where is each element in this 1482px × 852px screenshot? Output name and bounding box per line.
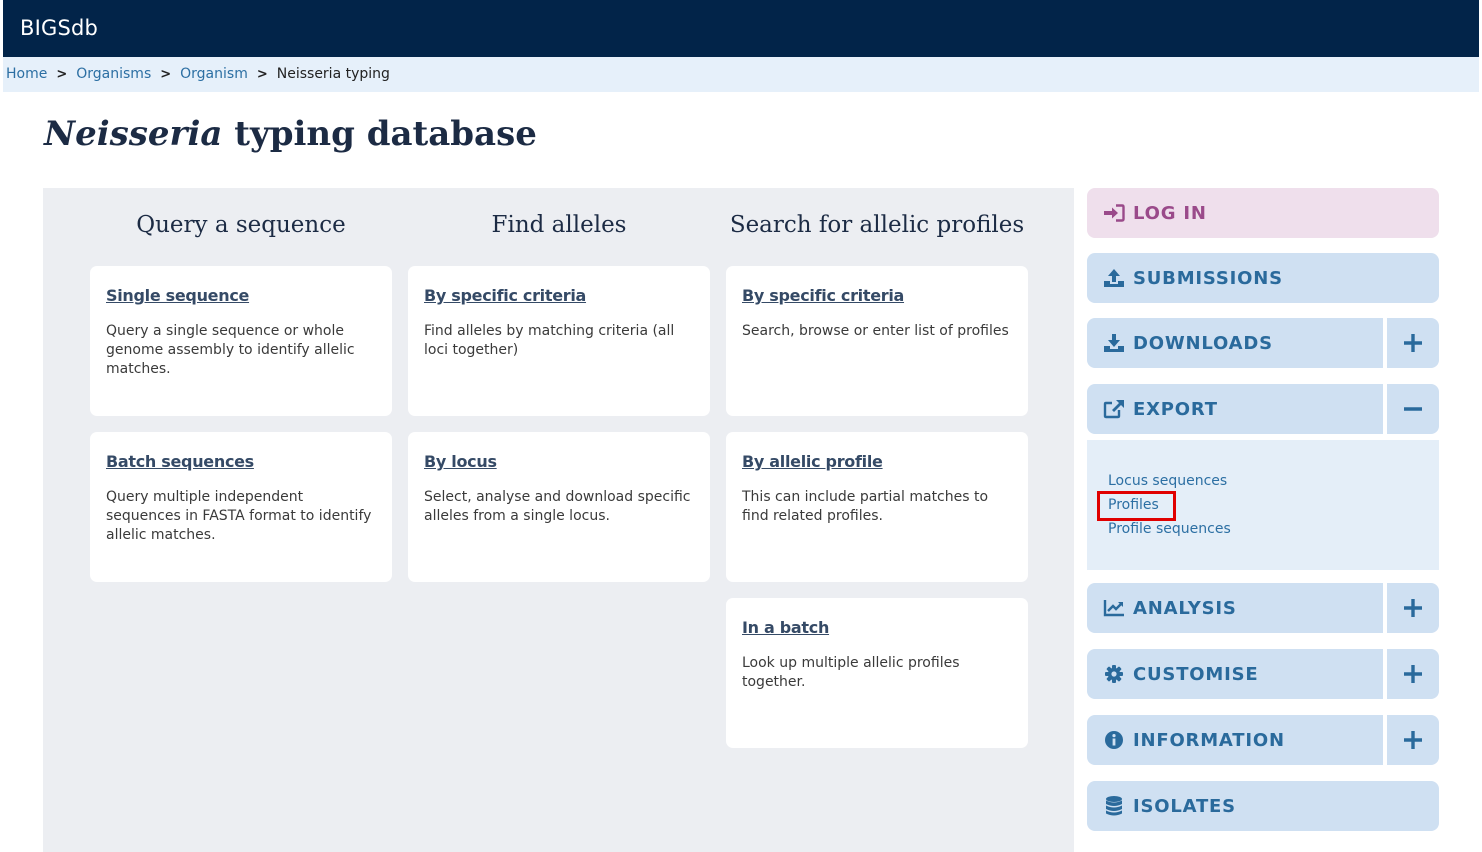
external-link-icon [1103,400,1124,419]
information-label: INFORMATION [1133,729,1285,751]
plus-icon [1404,665,1422,683]
breadcrumb-home[interactable]: Home [6,66,47,82]
page-title-rest: typing database [222,114,537,154]
downloads-expand-toggle[interactable] [1387,318,1439,368]
card-alleles-by-criteria: By specific criteria Find alleles by mat… [408,266,710,416]
downloads-section: DOWNLOADS [1087,318,1439,368]
card-description: Query multiple independent sequences in … [106,489,372,543]
card-description: Find alleles by matching criteria (all l… [424,323,675,358]
gear-icon [1105,665,1123,683]
export-button[interactable]: EXPORT [1087,384,1383,434]
customise-section: CUSTOMISE [1087,649,1439,699]
breadcrumb-separator: > [256,66,268,82]
batch-sequences-link[interactable]: Batch sequences [106,452,254,471]
plus-icon [1404,334,1422,352]
information-button[interactable]: INFORMATION [1087,715,1383,765]
login-button[interactable]: LOG IN [1087,188,1439,238]
customise-expand-toggle[interactable] [1387,649,1439,699]
minus-icon [1404,407,1422,411]
breadcrumb-organisms[interactable]: Organisms [76,66,151,82]
in-a-batch-link[interactable]: In a batch [742,618,829,637]
info-circle-icon [1105,731,1123,749]
export-section: EXPORT [1087,384,1439,434]
submissions-label: SUBMISSIONS [1133,267,1283,289]
alleles-by-criteria-link[interactable]: By specific criteria [424,286,586,305]
card-single-sequence: Single sequence Query a single sequence … [90,266,392,416]
card-batch-sequences: Batch sequences Query multiple independe… [90,432,392,582]
column-heading-find-alleles: Find alleles [491,212,627,238]
profiles-by-criteria-link[interactable]: By specific criteria [742,286,904,305]
downloads-button[interactable]: DOWNLOADS [1087,318,1383,368]
downloads-label: DOWNLOADS [1133,332,1273,354]
analysis-label: ANALYSIS [1133,597,1237,619]
customise-label: CUSTOMISE [1133,663,1259,685]
card-description: Select, analyse and download specific al… [424,489,691,524]
top-navbar: BIGSdb [3,0,1479,57]
customise-button[interactable]: CUSTOMISE [1087,649,1383,699]
submissions-button[interactable]: SUBMISSIONS [1087,253,1439,303]
upload-icon [1104,269,1124,287]
plus-icon [1404,731,1422,749]
breadcrumb-separator: > [160,66,172,82]
plus-icon [1404,599,1422,617]
card-description: This can include partial matches to find… [742,489,989,524]
card-by-locus: By locus Select, analyse and download sp… [408,432,710,582]
breadcrumb: Home > Organisms > Organism > Neisseria … [3,57,1479,92]
by-allelic-profile-link[interactable]: By allelic profile [742,452,883,471]
download-icon [1104,334,1124,352]
analysis-button[interactable]: ANALYSIS [1087,583,1383,633]
card-description: Query a single sequence or whole genome … [106,323,355,377]
breadcrumb-separator: > [56,66,68,82]
sign-in-icon [1104,204,1125,222]
analysis-section: ANALYSIS [1087,583,1439,633]
card-description: Look up multiple allelic profiles togeth… [742,655,960,690]
single-sequence-link[interactable]: Single sequence [106,286,249,305]
breadcrumb-organism[interactable]: Organism [180,66,248,82]
breadcrumb-current: Neisseria typing [276,66,390,82]
analysis-expand-toggle[interactable] [1387,583,1439,633]
by-locus-link[interactable]: By locus [424,452,497,471]
card-profiles-by-criteria: By specific criteria Search, browse or e… [726,266,1028,416]
card-in-a-batch: In a batch Look up multiple allelic prof… [726,598,1028,748]
information-section: INFORMATION [1087,715,1439,765]
page-title-organism: Neisseria [44,114,223,154]
export-locus-sequences-link[interactable]: Locus sequences [1108,473,1227,489]
column-heading-query-sequence: Query a sequence [136,212,346,238]
export-profile-sequences-link[interactable]: Profile sequences [1108,521,1231,537]
isolates-button[interactable]: ISOLATES [1087,781,1439,831]
column-heading-search-profiles: Search for allelic profiles [729,212,1025,238]
export-label: EXPORT [1133,398,1218,420]
isolates-label: ISOLATES [1133,795,1236,817]
export-collapse-toggle[interactable] [1387,384,1439,434]
chart-line-icon [1103,600,1124,617]
card-by-allelic-profile: By allelic profile This can include part… [726,432,1028,582]
page-title: Neisseria typing database [44,114,537,154]
information-expand-toggle[interactable] [1387,715,1439,765]
login-label: LOG IN [1133,202,1207,224]
card-description: Search, browse or enter list of profiles [742,323,1009,339]
highlight-box [1097,491,1176,521]
database-icon [1106,796,1122,816]
brand-logo[interactable]: BIGSdb [20,16,98,40]
